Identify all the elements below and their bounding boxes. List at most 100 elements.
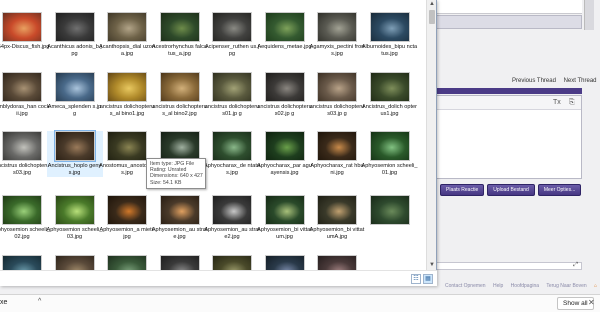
file-thumbnail-item[interactable]: Acanthicus adonis_b.jpg [47,12,103,58]
file-thumbnail-item[interactable]: Aphyosemion_au strale.jpg [152,195,208,241]
file-thumbnail-item[interactable] [152,255,208,270]
file-thumbnail-item[interactable]: Aphyocharax_de ntatus.jpg [204,131,260,177]
image-thumbnail[interactable] [53,130,96,162]
file-thumbnail-item[interactable]: Acipenser_ruthen us.jpg [204,12,260,58]
previous-thread-link[interactable]: Previous Thread [512,78,556,84]
file-thumbnail-item[interactable] [47,255,103,270]
image-thumbnail[interactable] [369,195,410,225]
file-thumbnail-item[interactable]: Alburnoides_bipu nctatus.jpg [362,12,418,58]
image-thumbnail[interactable] [317,255,357,270]
image-thumbnail[interactable] [107,195,147,225]
image-thumbnail[interactable] [369,131,410,161]
image-thumbnail[interactable] [264,72,305,102]
upload-file-button[interactable]: Upload Bestand [487,184,535,196]
image-thumbnail[interactable] [107,131,147,161]
image-thumbnail[interactable] [2,72,42,102]
file-thumbnail-item[interactable]: Aphyosemion_a mieti.jpg [99,195,155,241]
image-thumbnail[interactable] [54,255,95,270]
image-thumbnail[interactable] [369,12,410,42]
image-thumbnail[interactable] [107,72,147,102]
footer-link-top[interactable]: Terug Naar Boven [546,283,586,289]
next-thread-link[interactable]: Next Thread [564,78,597,84]
image-thumbnail[interactable] [212,131,252,161]
scrollbar-thumb[interactable] [429,10,435,24]
image-thumbnail[interactable] [54,72,95,102]
footer-link-help[interactable]: Help [493,283,503,289]
image-thumbnail[interactable] [2,12,42,42]
file-thumbnail-item[interactable]: ancistrus dolichopterus03.jpg [0,131,50,177]
scroll-down-icon[interactable]: ▼ [427,261,437,270]
file-thumbnail-item[interactable]: Acanthopsis_dial uzona.jpg [99,12,155,58]
image-thumbnail[interactable] [54,12,95,42]
image-thumbnail[interactable] [159,131,200,161]
image-thumbnail[interactable] [212,255,252,270]
image-thumbnail[interactable] [54,195,95,225]
file-thumbnail-item[interactable]: ancistrus dolichopterus03.jp g [309,72,365,118]
file-thumbnail-item[interactable] [309,255,365,270]
quick-reply-field[interactable]: ⤢ [432,262,582,270]
image-thumbnail[interactable] [264,255,305,270]
file-thumbnail-item[interactable]: Agamyxis_pectini frons.jpg [309,12,365,58]
file-thumbnail-item[interactable] [0,255,50,270]
image-thumbnail[interactable] [159,255,200,270]
source-toggle-icon[interactable]: ⎘ [569,99,575,107]
scroll-up-icon[interactable]: ▲ [427,0,437,9]
image-thumbnail[interactable] [2,131,42,161]
image-thumbnail[interactable] [317,72,357,102]
file-thumbnail-item[interactable]: Acestrorhynchus falcatus_a.jpg [152,12,208,58]
file-thumbnail-item[interactable]: Aequidens_metae.jpg [257,12,313,51]
large-icons-view-icon[interactable]: ▦ [423,274,433,284]
footer-link-contact[interactable]: Contact Opnemen [445,283,486,289]
image-thumbnail[interactable] [2,255,42,270]
file-thumbnail-item[interactable]: Aphyosemion scheeli_01.jpg [362,131,418,177]
footer-link-home[interactable]: Hoofdpagina [511,283,539,289]
explorer-scrollbar[interactable]: ▲ ▼ [426,0,436,270]
file-thumbnail-item[interactable]: Amblydoras_han cockii.jpg [0,72,50,118]
details-view-icon[interactable]: ☷ [411,274,421,284]
close-icon[interactable]: ✕ [588,298,595,307]
file-thumbnail-item[interactable]: Ameca_splenden s.jpg [47,72,103,118]
image-thumbnail[interactable] [317,195,357,225]
file-thumbnail-item[interactable]: Aphyocharax_rat hbuni.jpg [309,131,365,177]
image-thumbnail[interactable] [2,195,42,225]
chevron-up-icon[interactable]: ^ [38,298,41,305]
file-thumbnail-item[interactable]: Ancistrus_dolich opterus1.jpg [362,72,418,118]
post-reply-button[interactable]: Plaats Reactie [440,184,485,196]
image-thumbnail[interactable] [159,195,200,225]
image-thumbnail[interactable] [212,12,252,42]
file-thumbnail-item[interactable]: Aphyosemion scheeli_03.jpg [47,195,103,241]
file-thumbnail-item[interactable]: 654px-Discus_fish.jpg [0,12,50,51]
image-thumbnail[interactable] [159,12,200,42]
file-thumbnail-item[interactable]: ancistrus dolichopterus_al bino2.jpg [152,72,208,118]
file-thumbnail-item[interactable]: Aphyosemion scheeli_02.jpg [0,195,50,241]
file-thumbnail-item[interactable] [99,255,155,270]
image-thumbnail[interactable] [107,255,147,270]
file-thumbnail-item[interactable]: ancistrus dolichopterus_al bino1.jpg [99,72,155,118]
image-thumbnail[interactable] [264,195,305,225]
image-thumbnail[interactable] [212,195,252,225]
reply-editor[interactable]: Tx ⎘ [432,95,582,179]
file-thumbnail-item[interactable]: ancistrus dolichopterus01.jp g [204,72,260,118]
file-thumbnail-item[interactable]: Aphyosemion_bi vittatumA.jpg [309,195,365,241]
file-thumbnail-item[interactable]: Aphyosemion_bi vittatum.jpg [257,195,313,241]
more-options-button[interactable]: Meer Opties... [537,184,582,196]
image-thumbnail[interactable] [107,12,147,42]
file-thumbnail-item[interactable] [204,255,260,270]
file-thumbnail-item[interactable]: Ancistrus_hoplo genys.jpg [46,130,103,177]
image-thumbnail[interactable] [264,131,305,161]
file-thumbnail-item[interactable]: Aphyosemion_au strale2.jpg [204,195,260,241]
download-file-label[interactable]: xe [0,299,7,306]
image-thumbnail[interactable] [264,12,305,42]
file-thumbnail-item[interactable]: Aphyocharax_par aguayensis.jpg [257,131,313,177]
image-thumbnail[interactable] [317,131,357,161]
file-thumbnail-item[interactable] [257,255,313,270]
image-thumbnail[interactable] [317,12,357,42]
remove-format-icon[interactable]: Tx [553,99,561,106]
rss-icon[interactable]: ⌂ [594,283,597,289]
expand-icon[interactable]: ⤢ [573,262,578,269]
file-thumbnail-item[interactable] [362,195,418,227]
image-thumbnail[interactable] [212,72,252,102]
file-thumbnail-item[interactable]: ancistrus dolichopterus02.jp g [257,72,313,118]
page-scrollbar[interactable] [584,0,594,30]
image-thumbnail[interactable] [159,72,200,102]
